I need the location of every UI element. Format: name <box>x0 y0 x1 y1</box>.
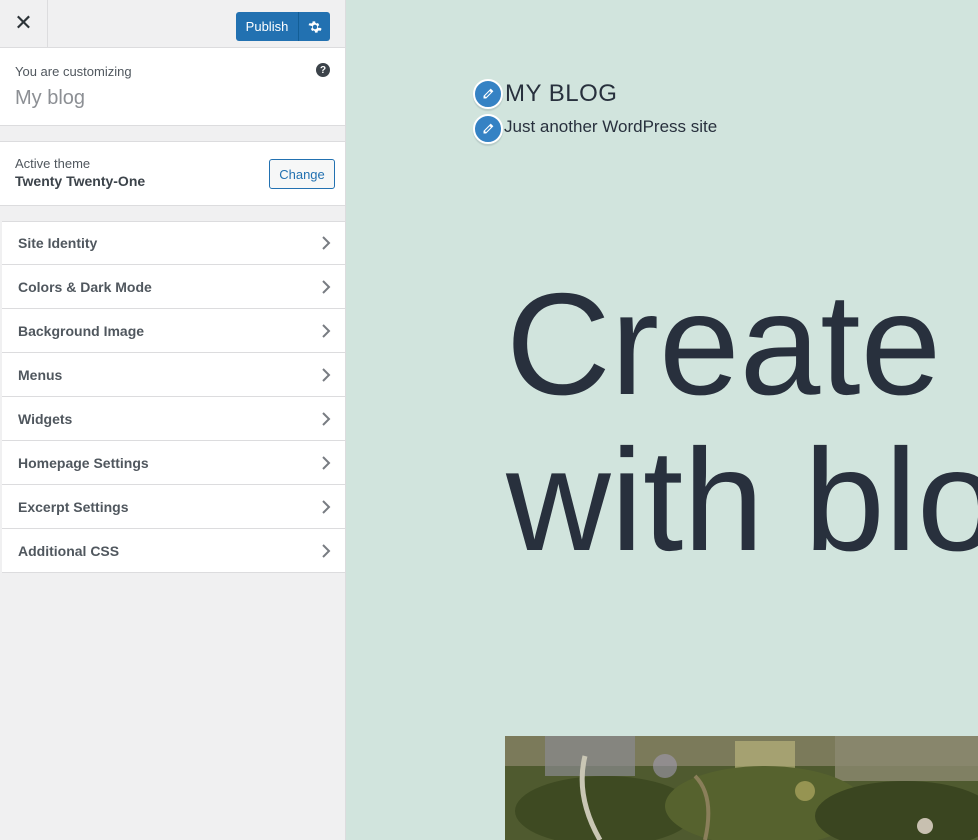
chevron-right-icon <box>322 411 331 426</box>
section-label: Background Image <box>18 322 145 339</box>
publish-button[interactable]: Publish <box>236 12 298 41</box>
section-background-image[interactable]: Background Image <box>2 309 345 353</box>
help-icon[interactable]: ? <box>316 63 330 77</box>
customizing-label: You are customizing <box>15 64 132 79</box>
chevron-right-icon <box>322 455 331 470</box>
section-widgets[interactable]: Widgets <box>2 397 345 441</box>
section-label: Additional CSS <box>18 542 120 559</box>
chevron-right-icon <box>322 279 331 294</box>
active-theme-name: Twenty Twenty-One <box>15 173 146 189</box>
site-title: My blog <box>15 87 86 109</box>
section-label: Excerpt Settings <box>18 498 129 515</box>
active-theme-panel: Active theme Twenty Twenty-One Change <box>0 141 345 206</box>
active-theme-label: Active theme <box>15 156 91 171</box>
change-theme-button[interactable]: Change <box>269 159 335 189</box>
edit-tagline-shortcut[interactable] <box>473 114 503 144</box>
section-label: Colors & Dark Mode <box>18 278 152 295</box>
gear-icon <box>307 20 322 33</box>
section-label: Widgets <box>18 410 73 427</box>
section-label: Site Identity <box>18 235 98 251</box>
customizer-sidebar: ✕ Publish You are customizing My blog ? … <box>0 0 346 840</box>
site-preview: MY BLOG Just another WordPress site Crea… <box>346 0 978 840</box>
customizer-header: ✕ Publish <box>0 0 345 48</box>
customizer-sections: Site Identity Colors & Dark Mode Backgro… <box>2 221 345 573</box>
chevron-right-icon <box>322 236 331 250</box>
featured-painting-image <box>505 736 978 840</box>
section-colors-dark-mode[interactable]: Colors & Dark Mode <box>2 265 345 309</box>
section-label: Menus <box>18 366 63 383</box>
publish-settings-button[interactable] <box>298 12 330 41</box>
edit-blog-title-shortcut[interactable] <box>473 79 503 109</box>
section-menus[interactable]: Menus <box>2 353 345 397</box>
close-icon: ✕ <box>14 11 33 36</box>
section-additional-css[interactable]: Additional CSS <box>2 529 345 573</box>
pencil-icon <box>483 88 494 99</box>
section-site-identity[interactable]: Site Identity <box>2 221 345 265</box>
section-label: Homepage Settings <box>18 454 149 471</box>
chevron-right-icon <box>322 543 331 558</box>
chevron-right-icon <box>322 323 331 338</box>
hero-heading-line: with blo <box>506 419 978 581</box>
pencil-icon <box>483 123 494 134</box>
chevron-right-icon <box>322 367 331 382</box>
chevron-right-icon <box>322 499 331 514</box>
hero-heading-line: Create y <box>506 263 978 425</box>
blog-tagline: Just another WordPress site <box>504 117 718 136</box>
blog-title[interactable]: MY BLOG <box>505 80 617 108</box>
close-button[interactable]: ✕ <box>0 0 48 47</box>
customizing-info: You are customizing My blog ? <box>0 48 345 126</box>
section-excerpt-settings[interactable]: Excerpt Settings <box>2 485 345 529</box>
section-homepage-settings[interactable]: Homepage Settings <box>2 441 345 485</box>
publish-group: Publish <box>236 12 330 41</box>
